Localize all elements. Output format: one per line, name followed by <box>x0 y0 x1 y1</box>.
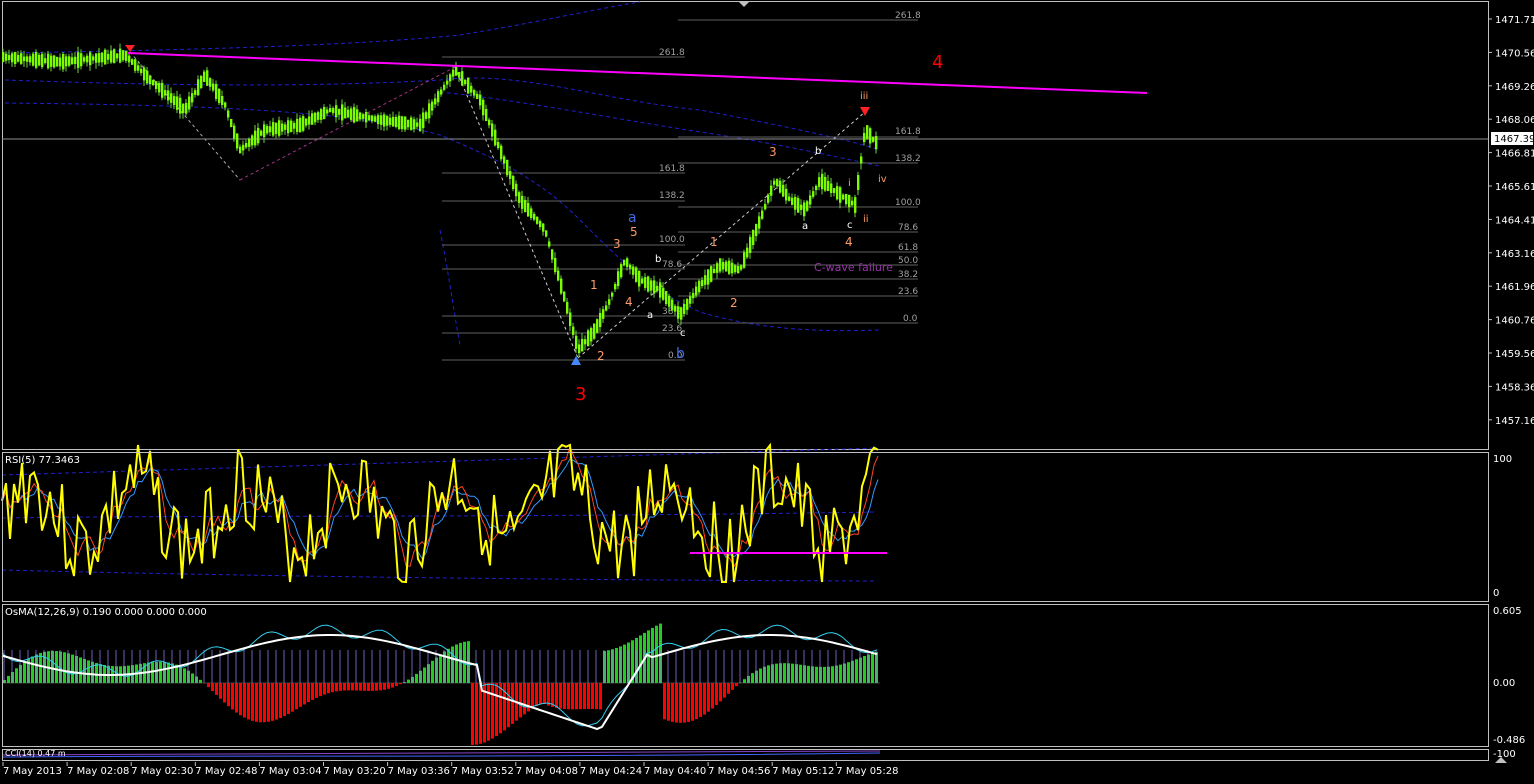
time-tick-label: 7 May 03:36 <box>387 766 450 777</box>
fib-right-label: 50.0 <box>898 256 918 266</box>
price-tick-label: 1468.06 <box>1495 115 1534 126</box>
fib-left-label: 161.8 <box>659 164 685 174</box>
price-tick-label: 1457.16 <box>1495 416 1534 427</box>
wave-label-4: 4 <box>932 52 943 73</box>
fib-left-label: 261.8 <box>659 48 685 58</box>
fib-right-label: 138.2 <box>895 154 921 164</box>
fib-right-label: 61.8 <box>898 243 918 253</box>
osma-scale-top: 0.605 <box>1493 606 1522 617</box>
wave-label: b <box>655 254 661 265</box>
osma-scale-bottom: -0.486 <box>1493 735 1526 746</box>
time-tick-label: 7 May 05:28 <box>836 766 899 777</box>
fib-levels-right <box>678 19 918 324</box>
price-tick-label: 1461.96 <box>1495 282 1534 293</box>
fib-right-label: 38.2 <box>898 270 918 280</box>
time-tick-label: 7 May 03:04 <box>259 766 322 777</box>
price-candles <box>2 43 878 358</box>
time-tick-label: 7 May 04:56 <box>708 766 771 777</box>
fib-labels: 261.8 161.8 138.2 100.0 78.6 38.2 23.6 0… <box>659 11 921 361</box>
price-tick-label: 1471.71 <box>1495 15 1534 26</box>
cci-subwindow[interactable] <box>2 749 1489 761</box>
price-tick-label: 1465.61 <box>1495 182 1534 193</box>
cci-label: CCI(14) 0.47 m <box>5 749 66 758</box>
fib-right-label: 78.6 <box>898 223 918 233</box>
price-tick-label: 1458.36 <box>1495 382 1534 393</box>
wave-label: i <box>848 178 851 189</box>
wave-label: ii <box>863 214 869 225</box>
fib-left-label: 100.0 <box>659 235 685 245</box>
cci-scale: -100 <box>1493 749 1516 760</box>
wave-label: a <box>802 221 808 232</box>
wave-label: 1 <box>590 278 598 292</box>
price-tick-label: 1459.56 <box>1495 349 1534 360</box>
resistance-trendline[interactable] <box>127 52 1148 94</box>
wave-label-b: b <box>676 346 685 362</box>
osma-subwindow[interactable] <box>2 604 1489 747</box>
time-tick-label: 7 May 02:08 <box>67 766 130 777</box>
fib-right-label: 0.0 <box>903 314 918 324</box>
shift-marker-icon[interactable] <box>738 1 750 7</box>
c-wave-annotation: C-wave failure <box>814 261 893 274</box>
rsi-label: RSI(5) 77.3463 <box>5 455 80 466</box>
wave-label: iv <box>878 174 887 185</box>
fib-right-label: 100.0 <box>895 198 921 208</box>
wave-label: iii <box>860 91 868 102</box>
fib-left-label: 138.2 <box>659 191 685 201</box>
price-tick-label: 1464.41 <box>1495 215 1534 226</box>
wave-label: 3 <box>769 145 777 159</box>
time-tick-label: 7 May 03:20 <box>323 766 386 777</box>
wave-label-3: 3 <box>575 384 586 405</box>
osma-label: OsMA(12,26,9) 0.190 0.000 0.000 0.000 <box>5 607 207 618</box>
wave-label: 4 <box>625 295 633 309</box>
price-tick-label: 1463.16 <box>1495 249 1534 260</box>
time-tick-label: 7 May 04:08 <box>515 766 579 777</box>
time-tick-label: 7 May 03:52 <box>451 766 514 777</box>
fib-right-label: 161.8 <box>895 127 921 137</box>
wave-label: 2 <box>730 296 738 310</box>
time-tick-label: 7 May 2013 <box>3 766 62 777</box>
time-tick-label: 7 May 02:48 <box>195 766 258 777</box>
time-tick-label: 7 May 04:24 <box>579 766 643 777</box>
price-tick-label: 1460.76 <box>1495 316 1534 327</box>
fib-right-label: 261.8 <box>895 11 921 21</box>
rsi-scale-top: 100 <box>1493 454 1513 465</box>
price-tick-label: 1466.81 <box>1495 149 1534 160</box>
current-price-value: 1467.39 <box>1494 134 1534 145</box>
wave-label: 4 <box>845 235 853 249</box>
wave-label: a <box>647 310 653 321</box>
fib-right-label: 23.6 <box>898 287 918 297</box>
rsi-subwindow[interactable] <box>2 452 1489 602</box>
wave-label: 2 <box>597 349 605 363</box>
price-axis: 1471.71 1470.56 1469.26 1468.06 1466.81 1465.… <box>1488 15 1534 427</box>
rsi-scale-bottom: 0 <box>1493 588 1500 599</box>
price-tick-label: 1469.26 <box>1495 82 1534 93</box>
mt4-chart-window: 261.8 161.8 138.2 100.0 78.6 38.2 23.6 0… <box>0 0 1534 784</box>
wave-label: c <box>680 328 686 339</box>
time-tick-label: 7 May 05:12 <box>772 766 835 777</box>
wave-label: 3 <box>613 237 621 251</box>
wave-label: 5 <box>630 225 638 239</box>
wave-label: b <box>815 146 821 157</box>
wave-label-a: a <box>628 210 637 226</box>
wave-label: c <box>847 220 853 231</box>
price-tick-label: 1470.56 <box>1495 48 1534 59</box>
wave-label: 1 <box>710 235 718 249</box>
time-tick-label: 7 May 02:30 <box>131 766 194 777</box>
wave-connectors <box>129 51 866 359</box>
osma-scale-zero: 0.00 <box>1493 678 1516 689</box>
time-tick-label: 7 May 04:40 <box>644 766 707 777</box>
fib-left-label: 78.6 <box>662 260 682 270</box>
